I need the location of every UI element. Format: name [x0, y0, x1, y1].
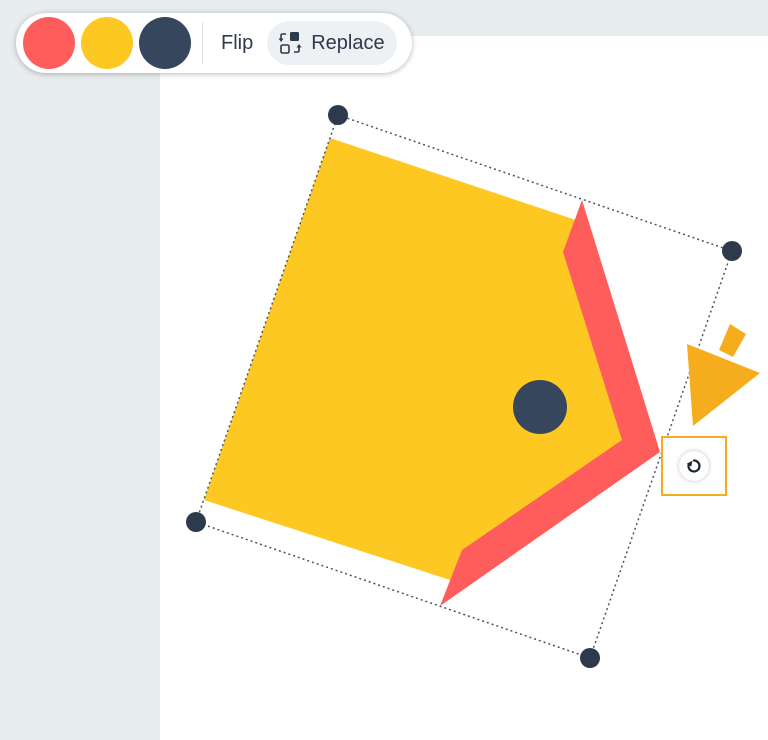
resize-handle-top-right[interactable]: [722, 241, 742, 261]
resize-handle-bottom-right[interactable]: [580, 648, 600, 668]
toolbar-divider: [202, 22, 203, 64]
rotate-button[interactable]: [661, 436, 727, 496]
floating-toolbar: Flip Replace: [16, 13, 412, 73]
color-swatch-navy[interactable]: [139, 17, 191, 69]
color-swatch-yellow[interactable]: [81, 17, 133, 69]
resize-handle-top-left[interactable]: [328, 105, 348, 125]
replace-icon: [277, 30, 303, 56]
flip-button[interactable]: Flip: [221, 32, 253, 55]
resize-handle-bottom-left[interactable]: [186, 512, 206, 532]
shape-dot[interactable]: [513, 380, 567, 434]
selection-layer: [186, 105, 760, 668]
color-swatch-red[interactable]: [23, 17, 75, 69]
rotate-icon: [679, 451, 709, 481]
replace-label: Replace: [311, 31, 385, 54]
replace-button[interactable]: Replace: [267, 21, 397, 65]
selected-shape[interactable]: [204, 138, 660, 606]
arrow-pointer-icon: [687, 324, 760, 426]
